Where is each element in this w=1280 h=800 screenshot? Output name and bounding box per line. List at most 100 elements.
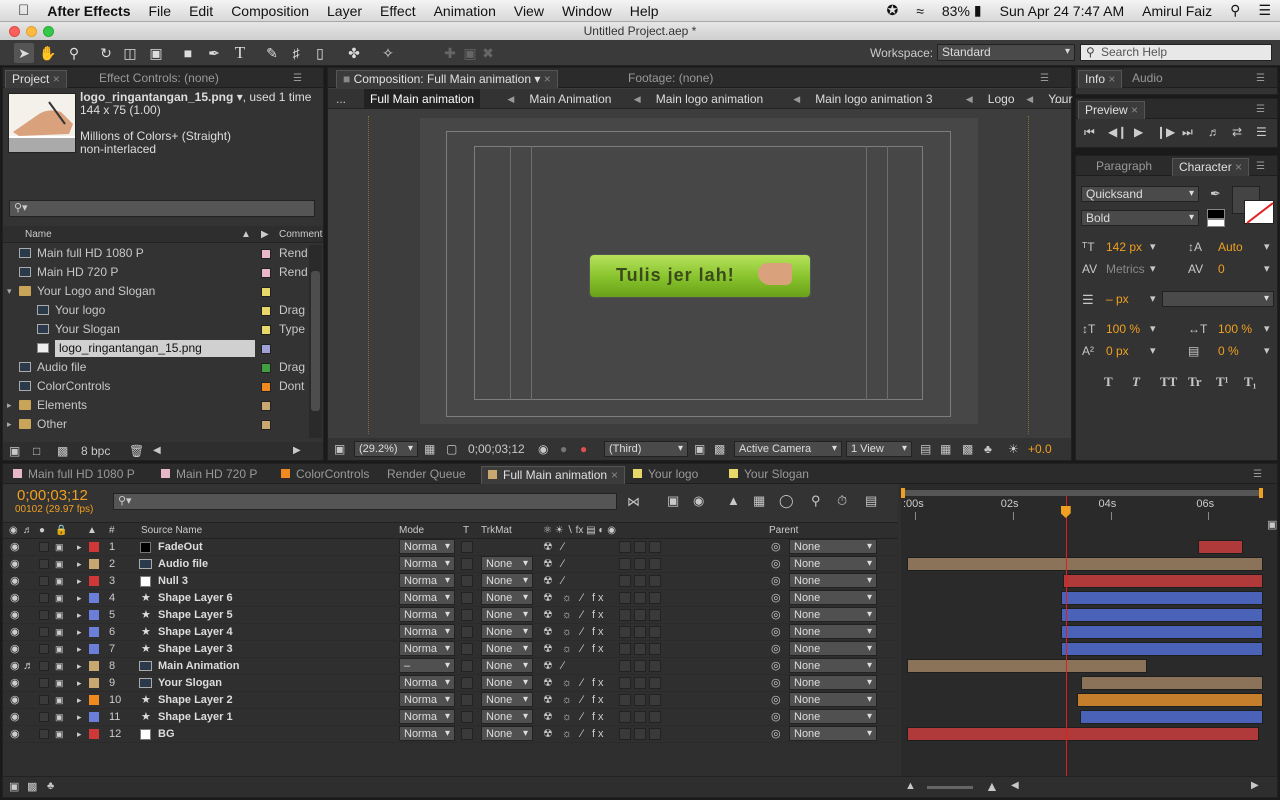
- switch-box[interactable]: [619, 592, 631, 604]
- solo-box[interactable]: [39, 576, 49, 586]
- first-frame-icon[interactable]: ⏮: [1084, 125, 1095, 140]
- solo-box[interactable]: [39, 695, 49, 705]
- audio-icon[interactable]: ♬: [23, 658, 34, 674]
- frame-blending-icon[interactable]: ▦: [753, 493, 765, 509]
- layer-duration-bar[interactable]: [1062, 574, 1263, 588]
- list-item[interactable]: logo_ringantangan_15.png: [3, 340, 308, 357]
- table-row[interactable]: ◉ ▣ ▸ 7 ★ Shape Layer 3 Norma None ☢ ☼ ∕ fx ◎ None: [3, 641, 898, 658]
- solo-box[interactable]: [39, 610, 49, 620]
- expand-triangle-icon[interactable]: ▸: [77, 624, 82, 640]
- switch-box[interactable]: [634, 711, 646, 723]
- trash-icon[interactable]: 🗑: [129, 442, 144, 460]
- label-swatch[interactable]: [89, 712, 99, 722]
- layer-switches-icon[interactable]: ☢ ☼ ∕ fx: [543, 692, 607, 708]
- current-time[interactable]: 0;00;03;12: [468, 438, 525, 460]
- pick-whip-icon[interactable]: ◎: [771, 590, 781, 606]
- label-swatch[interactable]: [89, 729, 99, 739]
- tab-timeline[interactable]: Render Queue: [381, 466, 472, 484]
- layer-switches-icon[interactable]: ☢ ☼ ∕ fx: [543, 607, 607, 623]
- chevron-down-icon[interactable]: ▾: [1150, 262, 1156, 275]
- close-icon[interactable]: ×: [1131, 103, 1138, 117]
- timeline-graph[interactable]: :00s 02s 04s 06s ▣: [901, 484, 1277, 776]
- layer-switches-icon[interactable]: ☢ ∕: [543, 573, 567, 589]
- next-frame-icon[interactable]: ❙▶: [1156, 125, 1175, 139]
- show-snapshot-icon[interactable]: ●: [560, 438, 567, 460]
- label-swatch[interactable]: [261, 420, 271, 430]
- pick-whip-icon[interactable]: ◎: [771, 658, 781, 674]
- label-swatch[interactable]: [261, 382, 271, 392]
- lock-icon[interactable]: ▣: [55, 726, 64, 742]
- text-style-button[interactable]: T₁: [1244, 374, 1257, 390]
- switch-box[interactable]: [619, 626, 631, 638]
- switch-box[interactable]: [619, 558, 631, 570]
- graph-editor-icon[interactable]: ▤: [865, 493, 877, 509]
- lock-icon[interactable]: ▣: [55, 556, 64, 572]
- text-style-button[interactable]: Tr: [1188, 374, 1201, 390]
- label-header-icon[interactable]: ▲: [87, 523, 97, 539]
- comp-mini-flowchart-icon[interactable]: ⋈: [627, 494, 640, 510]
- parent-select[interactable]: None: [789, 726, 877, 741]
- panel-menu-icon[interactable]: ☰: [1247, 466, 1268, 484]
- lock-header-icon[interactable]: 🔒: [55, 523, 67, 539]
- tab-preview[interactable]: Preview ×: [1078, 101, 1146, 119]
- layer-name[interactable]: Null 3: [158, 573, 188, 589]
- layer-name[interactable]: Main Animation: [158, 658, 239, 674]
- expand-triangle-icon[interactable]: ▸: [77, 590, 82, 606]
- preserve-transparency-box[interactable]: [461, 660, 473, 672]
- menu-view[interactable]: View: [505, 3, 553, 19]
- switch-box[interactable]: [619, 677, 631, 689]
- audio-icon[interactable]: ♬: [1208, 125, 1220, 139]
- switch-box[interactable]: [649, 609, 661, 621]
- chevron-down-icon[interactable]: ▾: [1150, 240, 1156, 253]
- switch-box[interactable]: [634, 728, 646, 740]
- eraser-tool-icon[interactable]: ▯: [310, 43, 330, 63]
- tab-effect-controls[interactable]: Effect Controls: (none): [93, 70, 225, 88]
- switch-box[interactable]: [619, 541, 631, 553]
- user-name[interactable]: Amirul Faiz: [1133, 3, 1221, 19]
- label-swatch[interactable]: [89, 593, 99, 603]
- magnification-select[interactable]: (29.2%): [354, 441, 418, 457]
- pick-whip-icon[interactable]: ◎: [771, 607, 781, 623]
- pick-whip-icon[interactable]: ◎: [771, 675, 781, 691]
- comp-canvas[interactable]: Tulis jer lah!: [420, 118, 978, 424]
- text-style-button[interactable]: T: [1104, 374, 1113, 390]
- label-swatch[interactable]: [261, 325, 271, 335]
- sort-icon[interactable]: ▲: [241, 226, 251, 243]
- table-row[interactable]: ◉ ▣ ▸ 9 Your Slogan Norma None ☢ ☼ ∕ fx ◎ None: [3, 675, 898, 692]
- playhead[interactable]: [1065, 496, 1067, 776]
- mode-select[interactable]: Norma: [399, 692, 455, 707]
- vertical-scale-value[interactable]: 100 %: [1106, 322, 1140, 336]
- puppet-pin-tool-icon[interactable]: ✧: [378, 43, 398, 63]
- parent-select[interactable]: None: [789, 539, 877, 554]
- draft-3d-icon[interactable]: ◉: [693, 493, 704, 509]
- expand-triangle-icon[interactable]: ▸: [77, 556, 82, 572]
- chevron-down-icon[interactable]: ▾: [1264, 240, 1270, 253]
- layer-switches-icon[interactable]: ☢ ∕: [543, 556, 567, 572]
- switch-box[interactable]: [649, 660, 661, 672]
- parent-select[interactable]: None: [789, 692, 877, 707]
- switch-box[interactable]: [634, 694, 646, 706]
- parent-select[interactable]: None: [789, 607, 877, 622]
- table-row[interactable]: ◉ ▣ ▸ 12 BG Norma None ☢ ☼ ∕ fx ◎ None: [3, 726, 898, 743]
- tab-timeline[interactable]: ColorControls: [275, 466, 375, 484]
- visibility-icon[interactable]: ◉: [10, 658, 20, 674]
- switch-box[interactable]: [649, 558, 661, 570]
- lock-icon[interactable]: ▣: [55, 692, 64, 708]
- tsume-value[interactable]: 0 %: [1218, 344, 1239, 358]
- layer-name[interactable]: Your Slogan: [158, 675, 222, 691]
- pick-whip-icon[interactable]: ◎: [771, 709, 781, 725]
- column-source-name[interactable]: Source Name: [141, 523, 202, 539]
- auto-keyframe-icon[interactable]: ⏱: [837, 493, 847, 509]
- zoom-in-icon[interactable]: ▲: [985, 778, 999, 794]
- solo-box[interactable]: [39, 678, 49, 688]
- close-icon[interactable]: ×: [544, 72, 551, 86]
- safe-margins-icon[interactable]: ▢: [446, 438, 457, 460]
- switch-box[interactable]: [634, 660, 646, 672]
- snapshot-icon[interactable]: ◉: [538, 438, 548, 460]
- live-update-icon[interactable]: ▣: [667, 493, 679, 509]
- trkmat-select[interactable]: None: [481, 658, 533, 673]
- column-number[interactable]: #: [109, 523, 115, 539]
- resolution-select[interactable]: (Third): [604, 441, 688, 457]
- close-icon[interactable]: ×: [1108, 72, 1115, 86]
- pan-behind-tool-icon[interactable]: ▣: [146, 43, 166, 63]
